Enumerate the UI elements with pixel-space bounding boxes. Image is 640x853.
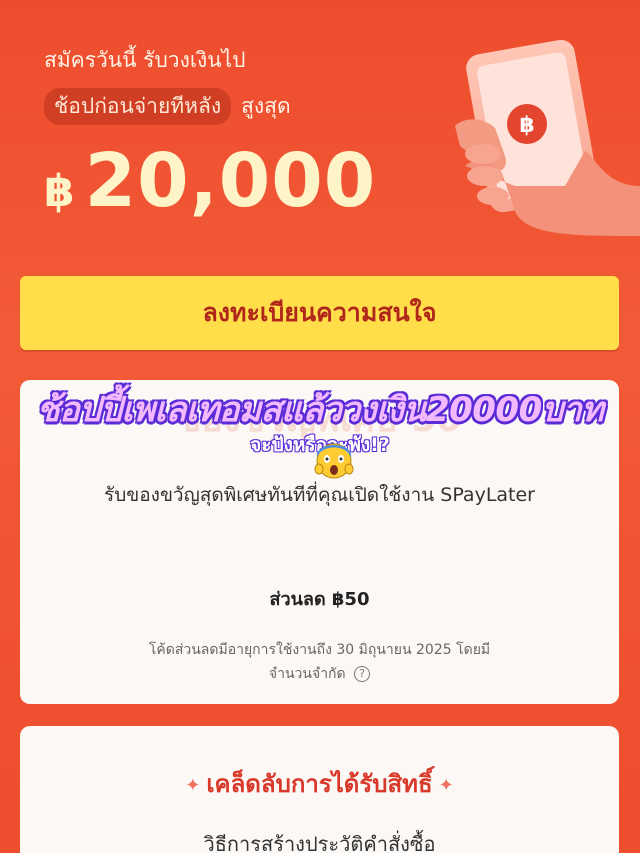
tips-card: ✦ เคล็ดลับการได้รับสิทธิ์ ✦ วิธีการสร้างปร… [20,726,619,853]
promo-terms-note: โค้ดส่วนลดมีอายุการใช้งานถึง 30 มิถุนายน… [20,638,619,686]
hero-banner: สมัครวันนี้ รับวงเงินไป ช้อปก่อนจ่ายทีหล… [0,0,640,270]
sparkle-icon: ✦ [185,774,201,796]
baht-coin-icon: ฿ [507,104,547,144]
tips-title-text: เคล็ดลับการได้รับสิทธิ์ [206,770,433,798]
svg-text:฿: ฿ [519,113,534,138]
terms-line-2: จำนวนจำกัด ? [20,662,619,686]
tips-title: ✦ เคล็ดลับการได้รับสิทธิ์ ✦ [20,764,619,803]
promo-card-subtitle: รับของขวัญสุดพิเศษทันทีที่คุณเปิดใช้งาน … [104,484,535,506]
tips-subtitle[interactable]: วิธีการสร้างประวัติคำสั่งซื้อ [20,828,619,853]
hero-subheadline: ช้อปก่อนจ่ายทีหลัง สูงสุด [44,88,291,125]
register-interest-button[interactable]: ลงทะเบียนความสนใจ [20,276,619,350]
terms-line-1: โค้ดส่วนลดมีอายุการใช้งานถึง 30 มิถุนายน… [148,642,491,658]
overlay-caption-headline: ช้อปปี้เพเลเทอมสแล้ววงเงิน20000บาท [36,390,604,430]
bnpl-badge: ช้อปก่อนจ่ายทีหลัง [44,88,232,125]
sparkle-icon: ✦ [438,774,454,796]
terms-limited-text: จำนวนจำกัด [268,666,346,682]
hand-holding-phone-illustration: ฿ [455,39,640,236]
hero-headline: สมัครวันนี้ รับวงเงินไป [44,48,246,72]
credit-limit-amount: ฿ 20,000 [44,138,376,224]
hero-max-label: สูงสุด [241,94,291,118]
currency-symbol: ฿ [44,166,75,217]
discount-label: ส่วนลด ฿50 [269,589,370,610]
amount-value: 20,000 [84,138,377,224]
shocked-face-icon [314,443,354,479]
info-icon[interactable]: ? [354,666,371,682]
